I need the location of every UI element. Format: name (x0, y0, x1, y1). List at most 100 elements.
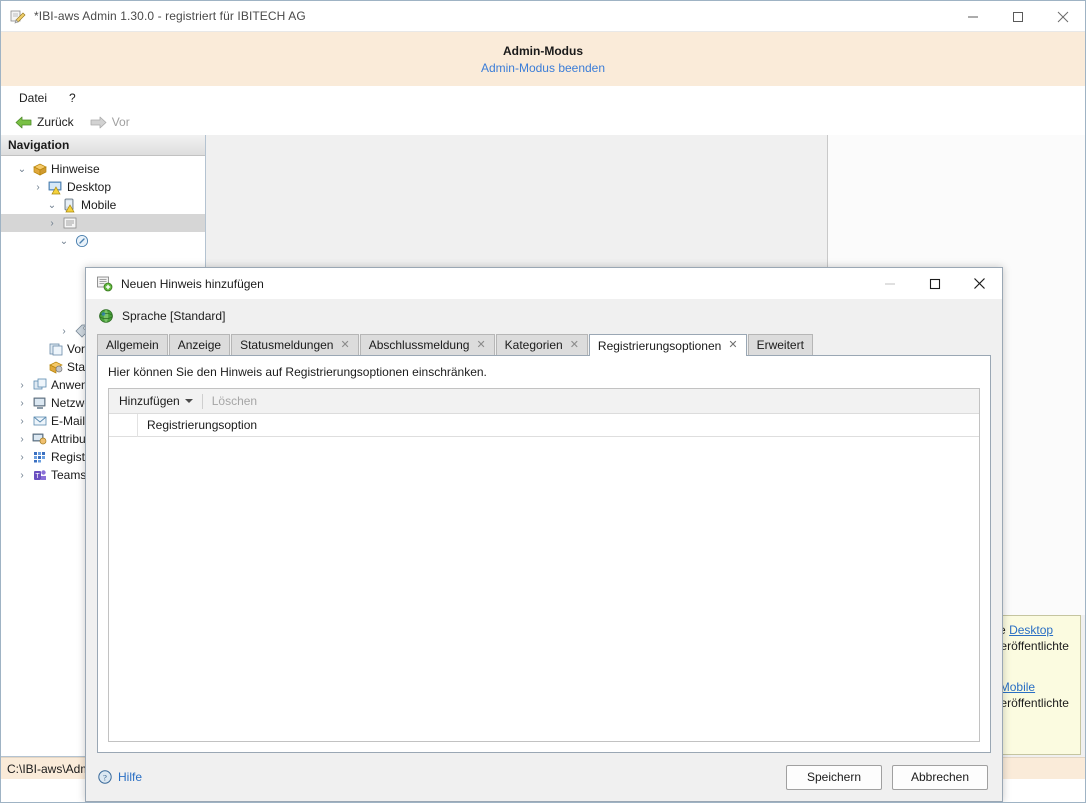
dialog-footer: ? Hilfe Speichern Abbrechen (86, 753, 1002, 801)
tab-close-icon[interactable]: ✕ (340, 340, 349, 351)
mobile-warning-icon (62, 197, 78, 213)
monitor-warning-icon (48, 179, 64, 195)
grid-rows[interactable] (109, 437, 979, 741)
statistics-icon (48, 359, 64, 375)
delete-button-label: Löschen (212, 394, 257, 408)
registration-icon (32, 449, 48, 465)
dialog-content: Hier können Sie den Hinweis auf Registri… (97, 355, 991, 753)
window-controls (950, 1, 1085, 32)
chevron-right-icon[interactable]: › (15, 452, 29, 463)
navigation-toolbar: Zurück Vor (1, 109, 1085, 135)
sidebar-item-label: Desktop (67, 180, 111, 194)
applications-icon (32, 377, 48, 393)
admin-mode-banner: Admin-Modus Admin-Modus beenden (1, 32, 1085, 86)
chevron-down-icon[interactable]: ⌄ (57, 236, 71, 247)
language-selector[interactable]: Sprache [Standard] (86, 299, 1002, 333)
tab-anzeige[interactable]: Anzeige (169, 334, 230, 355)
add-button-label: Hinzufügen (119, 394, 180, 408)
menu-item-help[interactable]: ? (59, 88, 86, 108)
language-label: Sprache [Standard] (122, 309, 225, 323)
teams-icon: T (32, 467, 48, 483)
tab-close-icon[interactable]: ✕ (476, 340, 485, 351)
tab-abschlussmeldung[interactable]: Abschlussmeldung ✕ (360, 334, 495, 355)
tab-label: Registrierungsoptionen (598, 339, 721, 353)
main-body: Navigation ⌄ Hinweise › Desktop (1, 135, 1085, 757)
application-window: *IBI-aws Admin 1.30.0 - registriert für … (0, 0, 1086, 803)
window-title: *IBI-aws Admin 1.30.0 - registriert für … (34, 9, 306, 23)
grid-toolbar: Hinzufügen Löschen (109, 389, 979, 414)
delete-button[interactable]: Löschen (212, 394, 257, 408)
save-button[interactable]: Speichern (786, 765, 882, 790)
chevron-down-icon[interactable] (185, 399, 193, 403)
tab-erweitert[interactable]: Erweitert (748, 334, 813, 355)
list-icon (62, 215, 78, 231)
chevron-down-icon[interactable]: ⌄ (45, 200, 59, 211)
app-icon (10, 8, 26, 24)
chevron-right-icon[interactable]: › (15, 434, 29, 445)
svg-text:T: T (35, 473, 40, 480)
add-button[interactable]: Hinzufügen (119, 394, 193, 408)
sidebar-item-label: E-Mail (51, 414, 85, 428)
chevron-right-icon[interactable]: › (15, 470, 29, 481)
add-document-icon (96, 275, 113, 292)
dialog-title: Neuen Hinweis hinzufügen (121, 277, 264, 291)
tab-label: Erweitert (757, 338, 804, 352)
dialog-titlebar: Neuen Hinweis hinzufügen (86, 268, 1002, 299)
svg-text:?: ? (103, 772, 107, 782)
help-link[interactable]: ? Hilfe (98, 770, 142, 784)
sidebar-item-desktop[interactable]: › Desktop (1, 178, 205, 196)
tab-label: Kategorien (505, 338, 563, 352)
dialog-window-controls (867, 268, 1002, 299)
sidebar-item-tools[interactable]: ⌄ (1, 232, 205, 250)
tab-allgemein[interactable]: Allgemein (97, 334, 168, 355)
close-icon[interactable] (1040, 1, 1085, 32)
close-icon[interactable] (957, 268, 1002, 299)
cancel-button[interactable]: Abbrechen (892, 765, 988, 790)
toolbar-separator (202, 394, 203, 409)
dialog-tabstrip: Allgemein Anzeige Statusmeldungen ✕ Absc… (86, 333, 1002, 355)
navigation-panel-header: Navigation (1, 135, 205, 156)
minimize-icon[interactable] (950, 1, 995, 32)
tab-close-icon[interactable]: ✕ (728, 340, 737, 351)
tab-label: Allgemein (106, 338, 159, 352)
tab-registrierungsoptionen[interactable]: Registrierungsoptionen ✕ (589, 334, 747, 356)
tab-label: Abschlussmeldung (369, 338, 470, 352)
maximize-icon[interactable] (912, 268, 957, 299)
arrow-left-icon (15, 116, 32, 129)
help-link-label: Hilfe (118, 770, 142, 784)
tab-label: Anzeige (178, 338, 221, 352)
tab-kategorien[interactable]: Kategorien ✕ (496, 334, 588, 355)
sidebar-item-mobile[interactable]: ⌄ Mobile (1, 196, 205, 214)
menubar: Datei ? (1, 86, 1085, 109)
exit-admin-mode-link[interactable]: Admin-Modus beenden (481, 61, 605, 75)
grid-column-header-registrierungsoption[interactable]: Registrierungsoption (138, 418, 257, 432)
chevron-right-icon[interactable]: › (15, 380, 29, 391)
sidebar-item-label: Teams (51, 468, 86, 482)
chevron-down-icon[interactable]: ⌄ (15, 164, 29, 175)
minimize-icon[interactable] (867, 268, 912, 299)
chevron-right-icon[interactable]: › (31, 182, 45, 193)
sidebar-item-label: Hinweise (51, 162, 100, 176)
grid-header-row: Registrierungsoption (109, 414, 979, 437)
sidebar-item-hinweise[interactable]: ⌄ Hinweise (1, 160, 205, 178)
tab-close-icon[interactable]: ✕ (570, 340, 579, 351)
forward-button[interactable]: Vor (84, 113, 136, 131)
sidebar-item-label: Mobile (81, 198, 116, 212)
sidebar-item-selected[interactable]: › (1, 214, 205, 232)
chevron-right-icon[interactable]: › (15, 416, 29, 427)
help-icon: ? (98, 770, 112, 784)
forward-button-label: Vor (112, 115, 130, 129)
tab-statusmeldungen[interactable]: Statusmeldungen ✕ (231, 334, 359, 355)
window-titlebar: *IBI-aws Admin 1.30.0 - registriert für … (1, 1, 1085, 32)
chevron-right-icon[interactable]: › (15, 398, 29, 409)
back-button-label: Zurück (37, 115, 74, 129)
back-button[interactable]: Zurück (9, 113, 80, 131)
network-icon (32, 395, 48, 411)
maximize-icon[interactable] (995, 1, 1040, 32)
chevron-right-icon[interactable]: › (45, 218, 59, 229)
chevron-right-icon[interactable]: › (57, 326, 71, 337)
tab-label: Statusmeldungen (240, 338, 333, 352)
admin-mode-title: Admin-Modus (503, 44, 583, 58)
grid-select-column-header (109, 414, 138, 437)
menu-item-datei[interactable]: Datei (9, 88, 57, 108)
